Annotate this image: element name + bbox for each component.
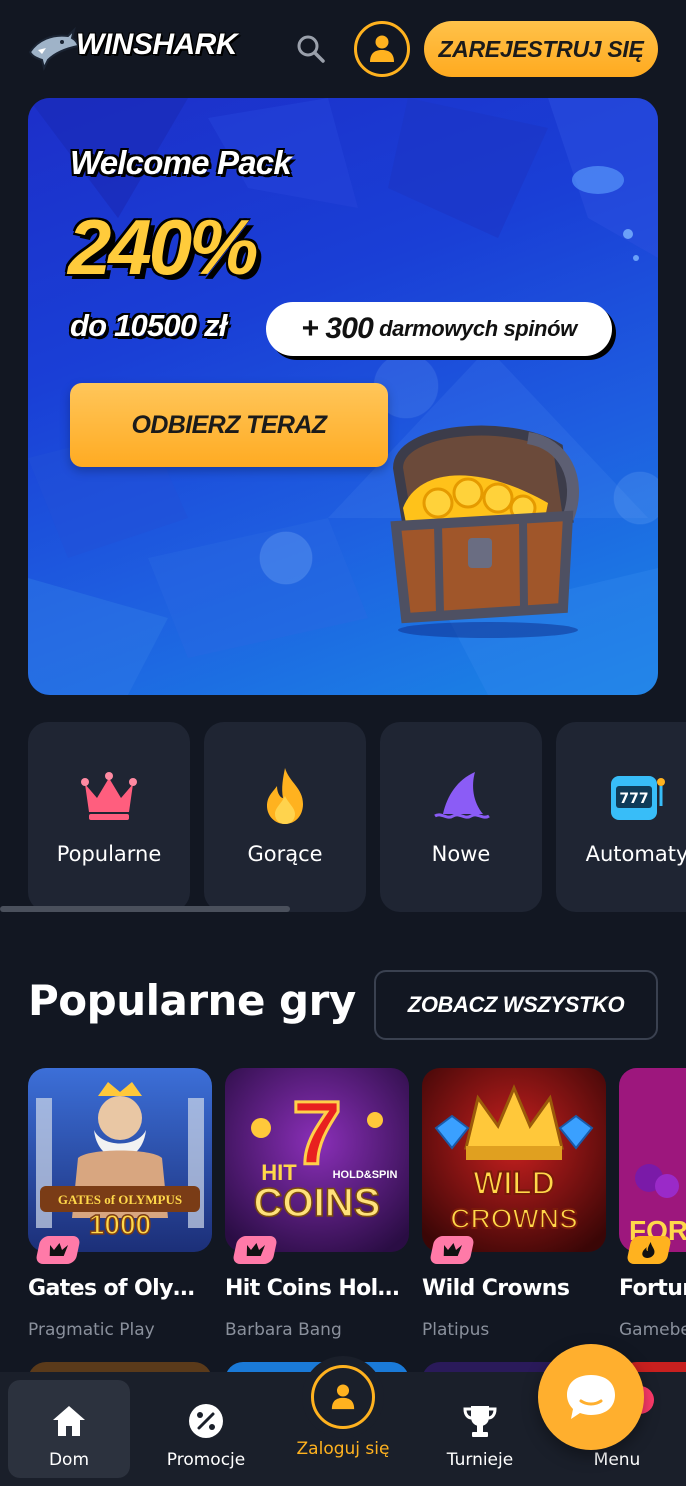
slot-machine-icon: 777 bbox=[611, 776, 665, 820]
game-title: Wild Crowns bbox=[422, 1276, 570, 1301]
user-icon bbox=[311, 1365, 375, 1429]
user-icon bbox=[370, 35, 394, 62]
home-icon bbox=[50, 1402, 88, 1440]
nav-login[interactable] bbox=[302, 1356, 384, 1438]
free-spins-label: darmowych spinów bbox=[379, 316, 577, 341]
category-scrollbar[interactable] bbox=[0, 906, 686, 912]
section-title: Popularne gry bbox=[28, 976, 356, 1025]
crown-icon bbox=[81, 772, 137, 820]
nav-home-label: Dom bbox=[48, 1450, 90, 1470]
fire-icon bbox=[267, 768, 303, 824]
game-thumbnail[interactable]: WILD CROWNS bbox=[422, 1068, 606, 1252]
game-title: Gates of Olymp... bbox=[28, 1276, 212, 1301]
nav-promotions-label: Promocje bbox=[166, 1450, 246, 1470]
svg-text:1000: 1000 bbox=[89, 1209, 151, 1240]
category-label: Nowe bbox=[431, 842, 491, 866]
svg-text:GATES of OLYMPUS: GATES of OLYMPUS bbox=[58, 1192, 182, 1207]
category-nowe[interactable]: Nowe bbox=[380, 722, 542, 912]
shark-logo-icon bbox=[28, 26, 80, 71]
search-icon bbox=[297, 35, 325, 63]
brand-name: WINSHARK bbox=[76, 28, 238, 61]
category-gorace[interactable]: Gorące bbox=[204, 722, 366, 912]
game-title: Fortun bbox=[619, 1276, 686, 1301]
fire-icon bbox=[642, 1242, 655, 1258]
nav-promotions[interactable]: Promocje bbox=[145, 1380, 267, 1478]
welcome-banner[interactable]: Welcome Pack 240% do 10500 zł + 300 darm… bbox=[28, 98, 658, 695]
popular-badge bbox=[35, 1236, 81, 1264]
chat-bubble-icon bbox=[567, 1375, 615, 1419]
shark-fin-icon bbox=[434, 772, 490, 819]
popular-badge bbox=[232, 1236, 278, 1264]
hot-badge bbox=[626, 1236, 672, 1264]
svg-text:WILD: WILD bbox=[473, 1165, 555, 1201]
svg-text:CROWNS: CROWNS bbox=[450, 1203, 578, 1234]
svg-text:COINS: COINS bbox=[254, 1181, 381, 1225]
crown-icon bbox=[443, 1243, 463, 1256]
crown-icon bbox=[49, 1243, 69, 1256]
games-carousel[interactable]: GATES of OLYMPUS 1000 Gates of Olymp... … bbox=[0, 1068, 686, 1368]
nav-tournaments-label: Turnieje bbox=[446, 1450, 514, 1470]
claim-now-button[interactable]: ODBIERZ TERAZ bbox=[70, 383, 388, 467]
bonus-percent: 240% bbox=[68, 203, 258, 291]
trophy-icon bbox=[461, 1402, 499, 1440]
register-button[interactable]: ZAREJESTRUJ SIĘ bbox=[424, 21, 658, 77]
winshark-logo[interactable]: WINSHARK bbox=[28, 18, 238, 78]
live-chat-button[interactable] bbox=[538, 1344, 644, 1450]
game-provider: Pragmatic Play bbox=[28, 1320, 155, 1340]
category-label: Automaty bbox=[585, 842, 686, 866]
category-label: Gorące bbox=[247, 842, 323, 866]
game-provider: Platipus bbox=[422, 1320, 490, 1340]
nav-home[interactable]: Dom bbox=[8, 1380, 130, 1478]
popular-badge bbox=[429, 1236, 475, 1264]
category-popularne[interactable]: Popularne bbox=[28, 722, 190, 912]
nav-login-label[interactable]: Zaloguj się bbox=[280, 1439, 406, 1459]
game-thumbnail[interactable]: FOR bbox=[619, 1068, 686, 1252]
hit-coins-art: 7 HIT HOLD&SPIN COINS bbox=[225, 1068, 409, 1252]
scrollbar-thumb[interactable] bbox=[0, 906, 290, 912]
svg-text:HOLD&SPIN: HOLD&SPIN bbox=[333, 1169, 398, 1181]
percent-badge-icon bbox=[187, 1402, 225, 1440]
account-button[interactable] bbox=[354, 21, 410, 77]
header: WINSHARK ZAREJESTRUJ SIĘ bbox=[0, 0, 686, 98]
treasure-chest-icon bbox=[390, 425, 579, 638]
free-spins-pill: + 300 darmowych spinów bbox=[266, 302, 612, 356]
nav-tournaments[interactable]: Turnieje bbox=[419, 1380, 541, 1478]
fortune-art: FOR bbox=[619, 1068, 686, 1252]
game-thumbnail[interactable]: GATES of OLYMPUS 1000 bbox=[28, 1068, 212, 1252]
category-label: Popularne bbox=[56, 842, 162, 866]
bonus-amount: do 10500 zł bbox=[70, 308, 227, 343]
wild-crowns-art: WILD CROWNS bbox=[422, 1068, 606, 1252]
see-all-button[interactable]: ZOBACZ WSZYSTKO bbox=[374, 970, 658, 1040]
gates-of-olympus-art: GATES of OLYMPUS 1000 bbox=[28, 1068, 212, 1252]
nav-menu-label: Menu bbox=[593, 1450, 641, 1470]
category-carousel[interactable]: Popularne Gorące Nowe 777 Automaty bbox=[0, 722, 686, 914]
game-provider: Gamebe bbox=[619, 1320, 686, 1340]
game-provider: Barbara Bang bbox=[225, 1320, 342, 1340]
category-automaty[interactable]: 777 Automaty bbox=[556, 722, 686, 912]
free-spins-count: + 300 bbox=[301, 312, 374, 345]
crown-icon bbox=[246, 1243, 266, 1256]
search-button[interactable] bbox=[294, 32, 328, 66]
game-thumbnail[interactable]: 7 HIT HOLD&SPIN COINS bbox=[225, 1068, 409, 1252]
svg-text:777: 777 bbox=[619, 791, 648, 807]
game-title: Hit Coins Hold ... bbox=[225, 1276, 409, 1301]
welcome-pack-title: Welcome Pack bbox=[70, 144, 292, 181]
